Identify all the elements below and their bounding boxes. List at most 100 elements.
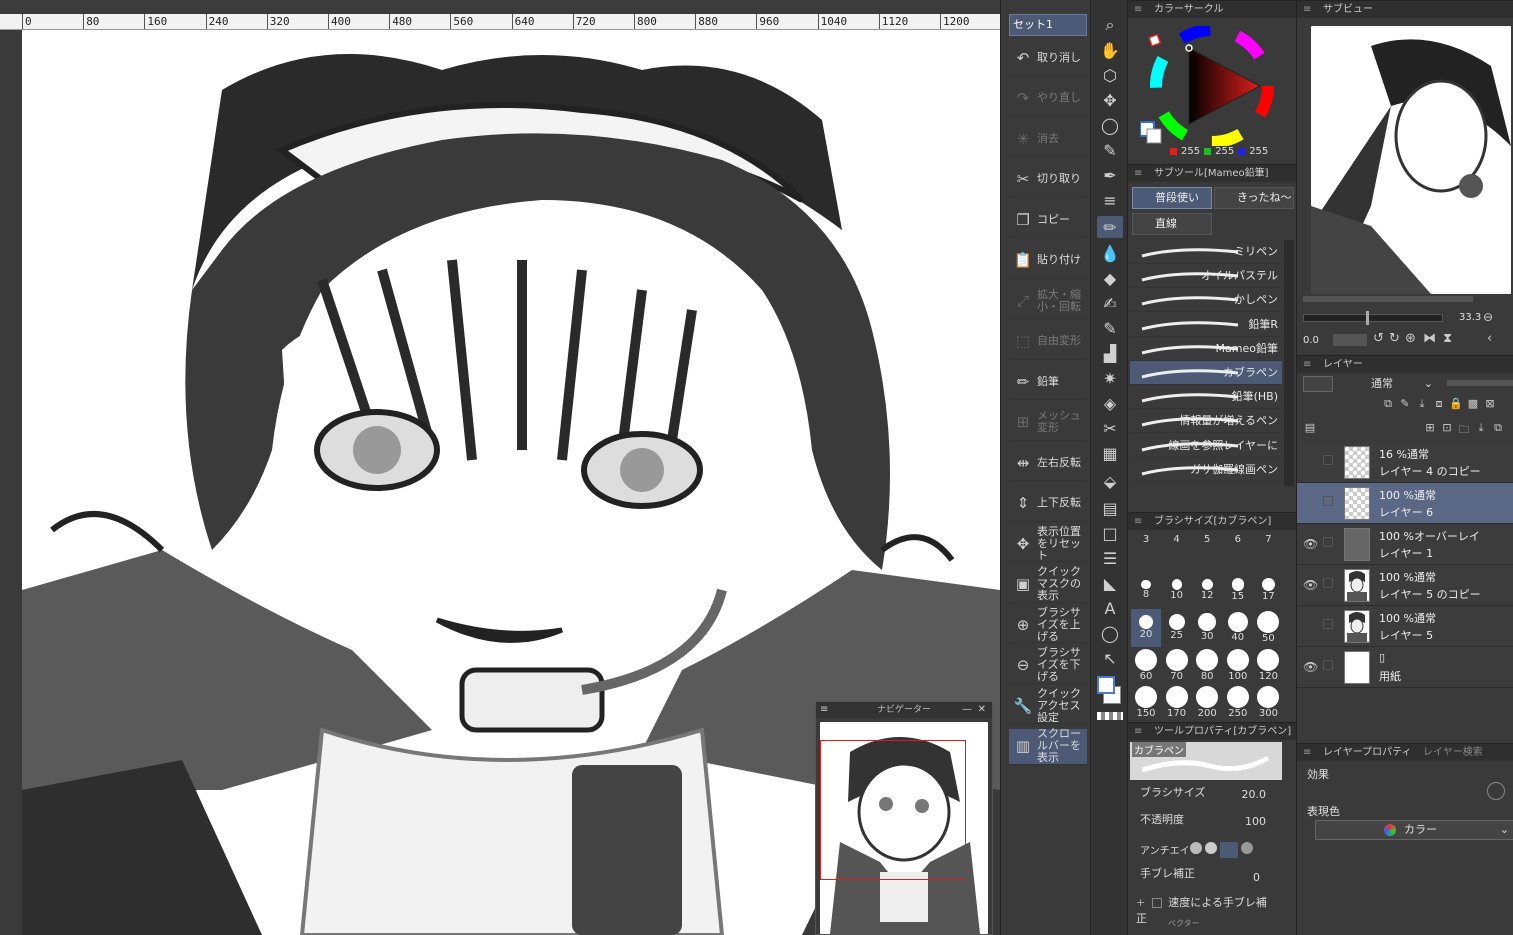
brush-size-preset[interactable]: 20 [1131, 609, 1161, 647]
command-scale-button[interactable]: ⤢ 拡大・縮小・回転 [1009, 283, 1087, 319]
command-brush-up-button[interactable]: ⊕ ブラシサイズを上げる [1009, 606, 1087, 643]
brush-item[interactable]: 線画を参照レイヤーに [1130, 434, 1282, 458]
canvas-area[interactable]: 0 80 160 240 320 400 480 560 640 720 800 880 960 1040… [0, 0, 1000, 935]
minimize-icon[interactable]: — [962, 702, 972, 718]
opacity-row[interactable]: 不透明度 100 [1140, 811, 1280, 828]
move-tool-icon[interactable]: ✥ [1097, 89, 1123, 111]
brush-size-value[interactable]: 20.0 [1230, 788, 1267, 801]
brush-size-preset[interactable]: 50 [1253, 609, 1283, 647]
flip-h-view-icon[interactable]: ⧓ [1423, 331, 1436, 346]
expression-color-select[interactable]: カラー ⌄ [1315, 820, 1513, 840]
spray-tool-icon[interactable]: ▟ [1097, 342, 1123, 364]
brush-size-preset[interactable]: 17 [1253, 572, 1283, 610]
command-set-selector[interactable]: セット1 [1009, 14, 1087, 36]
layer-row[interactable]: 👁 100 %オーバーレイ レイヤー 1 [1297, 524, 1513, 565]
brush-size-preset[interactable]: 250 [1223, 684, 1253, 722]
close-icon[interactable]: ✕ [978, 702, 986, 718]
transfer-down-icon[interactable]: ⤓ [1474, 421, 1488, 435]
clip-layer-icon[interactable]: ⤓ [1415, 397, 1429, 411]
eye-icon[interactable]: 👁 [1303, 660, 1318, 674]
balloon-tool-icon[interactable]: ◯ [1097, 622, 1123, 644]
figure-tool-icon[interactable]: ✂ [1097, 417, 1123, 439]
flip-v-view-icon[interactable]: ⧗ [1443, 331, 1452, 346]
subtool-group-tab-1[interactable]: きったね～ [1214, 187, 1294, 209]
layer-lock-toggle[interactable] [1323, 619, 1333, 629]
expand-icon[interactable]: + [1136, 896, 1145, 909]
brush-size-preset[interactable]: 70 [1162, 647, 1192, 685]
brush-list-scrollbar[interactable] [1284, 240, 1294, 486]
eye-icon[interactable]: 👁 [1303, 537, 1318, 551]
brush-size-row[interactable]: ブラシサイズ 20.0 [1140, 784, 1280, 801]
command-wrench-button[interactable]: 🔧 クイックアクセス設定 [1009, 687, 1087, 724]
brush-size-preset[interactable]: 80 [1192, 647, 1222, 685]
command-reset-view-button[interactable]: ✥ 表示位置をリセット [1009, 525, 1087, 562]
eyedropper-tool-icon[interactable]: ✎ [1097, 139, 1123, 161]
hand-tool-icon[interactable]: ✋ [1097, 39, 1123, 61]
brush-size-preset[interactable]: 12 [1192, 572, 1222, 610]
command-pencil-button[interactable]: ✏ 鉛筆 [1009, 364, 1087, 400]
brush-size-preset[interactable]: 10 [1162, 572, 1192, 610]
prev-icon[interactable]: ‹ [1487, 331, 1492, 346]
fill-tool-icon[interactable]: ◈ [1097, 392, 1123, 414]
command-mesh-button[interactable]: ⊞ メッシュ変形 [1009, 405, 1087, 441]
command-flip-h-button[interactable]: ⇹ 左右反転 [1009, 445, 1087, 481]
brush-size-preset[interactable]: 8 [1131, 572, 1161, 610]
brush-item[interactable]: かしペン [1130, 288, 1282, 313]
brush-size-preset[interactable]: 200 [1192, 684, 1222, 722]
subview-preview[interactable] [1311, 26, 1511, 294]
main-sub-color-swatch[interactable] [1097, 676, 1123, 706]
brush-size-preset[interactable]: 7 [1253, 534, 1283, 572]
layer-lock-toggle[interactable] [1323, 578, 1333, 588]
layer-search-tab[interactable]: レイヤー検索 [1423, 744, 1483, 762]
command-scissors-button[interactable]: ✂ 切り取り [1009, 162, 1087, 198]
blend-mode-select[interactable]: 通常 ⌄ [1347, 376, 1435, 392]
hatching-tool-icon[interactable]: ≡ [1097, 189, 1123, 211]
zoom-tool-icon[interactable]: ⌕ [1097, 14, 1123, 36]
ruler-layer-icon[interactable]: ⧈ [1432, 397, 1446, 411]
stabilization-row[interactable]: 手ブレ補正 0 [1140, 865, 1280, 884]
layer-panel-icon[interactable]: ▤ [1303, 421, 1317, 435]
new-folder-icon[interactable]: 🗀 [1457, 421, 1471, 436]
layer-row[interactable]: 100 %通常 レイヤー 6 [1297, 483, 1513, 524]
brush-item[interactable]: ミリペン [1130, 240, 1282, 264]
brush-item[interactable]: 情報量が増えるペン [1130, 409, 1282, 434]
brush-tool-icon[interactable]: ✍ [1097, 292, 1123, 314]
brush-size-preset[interactable]: 5 [1192, 534, 1222, 572]
reset-rotation-icon[interactable]: ⊛ [1405, 331, 1416, 346]
brush-size-preset[interactable]: 100 [1223, 647, 1253, 685]
gradient-tool-icon[interactable]: ▤ [1097, 497, 1123, 519]
rotate-left-icon[interactable]: ↺ [1373, 331, 1384, 346]
frame-tool-icon[interactable]: ▦ [1097, 442, 1123, 464]
new-raster-layer-icon[interactable]: ⊞ [1423, 421, 1437, 435]
brush-size-preset[interactable]: 30 [1192, 609, 1222, 647]
blend-tool-icon[interactable]: 💧 [1097, 242, 1123, 264]
brush-size-preset[interactable]: 60 [1131, 647, 1161, 685]
pen-tool-icon[interactable]: ✒ [1097, 164, 1123, 186]
command-clear-button[interactable]: ✳ 消去 [1009, 121, 1087, 157]
command-copy-button[interactable]: ❐ コピー [1009, 202, 1087, 238]
brush-size-preset[interactable]: 170 [1162, 684, 1192, 722]
brush-size-preset[interactable]: 6 [1223, 534, 1253, 572]
layer-lock-toggle[interactable] [1323, 496, 1333, 506]
brush-item[interactable]: ガサ伽羅線画ペン [1130, 458, 1282, 482]
zoom-slider[interactable] [1303, 311, 1443, 325]
opacity-value[interactable]: 100 [1230, 815, 1266, 828]
draft-layer-icon[interactable]: ✎ [1398, 397, 1412, 411]
mask-icon[interactable]: ⊠ [1483, 397, 1497, 411]
eye-icon[interactable]: 👁 [1303, 578, 1318, 592]
brush-size-preset[interactable]: 15 [1223, 572, 1253, 610]
rotate-right-icon[interactable]: ↻ [1389, 331, 1400, 346]
rotation-slider[interactable] [1333, 334, 1367, 346]
subtool-group-tab-2[interactable]: 直線 [1132, 213, 1212, 235]
pencil-tool-icon[interactable]: ✏ [1097, 216, 1123, 238]
layer-lock-toggle[interactable] [1323, 537, 1333, 547]
correction-tool-icon[interactable]: ↖ [1097, 647, 1123, 669]
combine-icon[interactable]: ⧉ [1491, 421, 1505, 435]
command-redo-button[interactable]: ↷ やり直し [1009, 81, 1087, 117]
brush-size-preset[interactable]: 120 [1253, 647, 1283, 685]
brush-item[interactable]: 鉛筆(HB) [1130, 385, 1282, 410]
layer-row[interactable]: 100 %通常 レイヤー 5 [1297, 606, 1513, 647]
antialias-row[interactable]: アンチエイリ [1140, 842, 1280, 858]
command-scrollbar-button[interactable]: ▥ スクロールバーを表示 [1009, 728, 1087, 765]
text-tool-icon[interactable]: A [1097, 597, 1123, 619]
